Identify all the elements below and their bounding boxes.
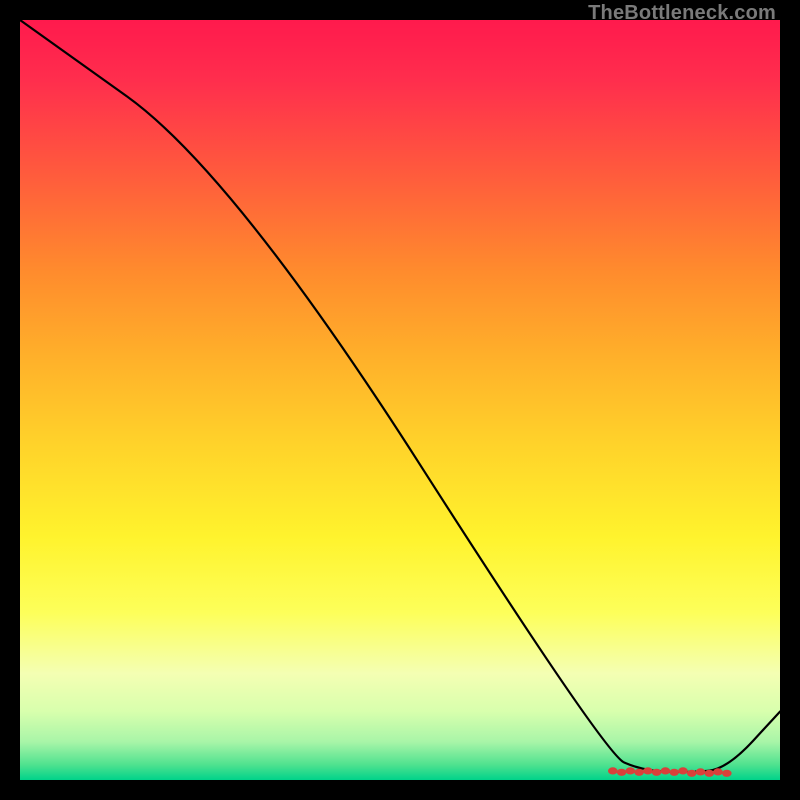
trough-marker	[722, 770, 732, 777]
trough-marker	[713, 768, 723, 775]
trough-marker	[634, 769, 644, 776]
trough-marker	[669, 769, 679, 776]
trough-marker	[696, 768, 706, 775]
trough-marker	[608, 767, 618, 774]
bottleneck-curve-path	[20, 20, 780, 772]
trough-marker	[661, 767, 671, 774]
chart-container: TheBottleneck.com	[0, 0, 800, 800]
trough-marker	[705, 770, 715, 777]
trough-marker	[687, 770, 697, 777]
trough-marker	[617, 769, 627, 776]
watermark-text: TheBottleneck.com	[588, 2, 776, 25]
series-line	[20, 20, 780, 772]
chart-svg	[20, 20, 780, 780]
marker-cluster	[608, 767, 732, 777]
trough-marker	[678, 767, 688, 774]
trough-marker	[643, 767, 653, 774]
plot-area	[20, 20, 780, 780]
trough-marker	[652, 769, 662, 776]
trough-marker	[626, 767, 636, 774]
